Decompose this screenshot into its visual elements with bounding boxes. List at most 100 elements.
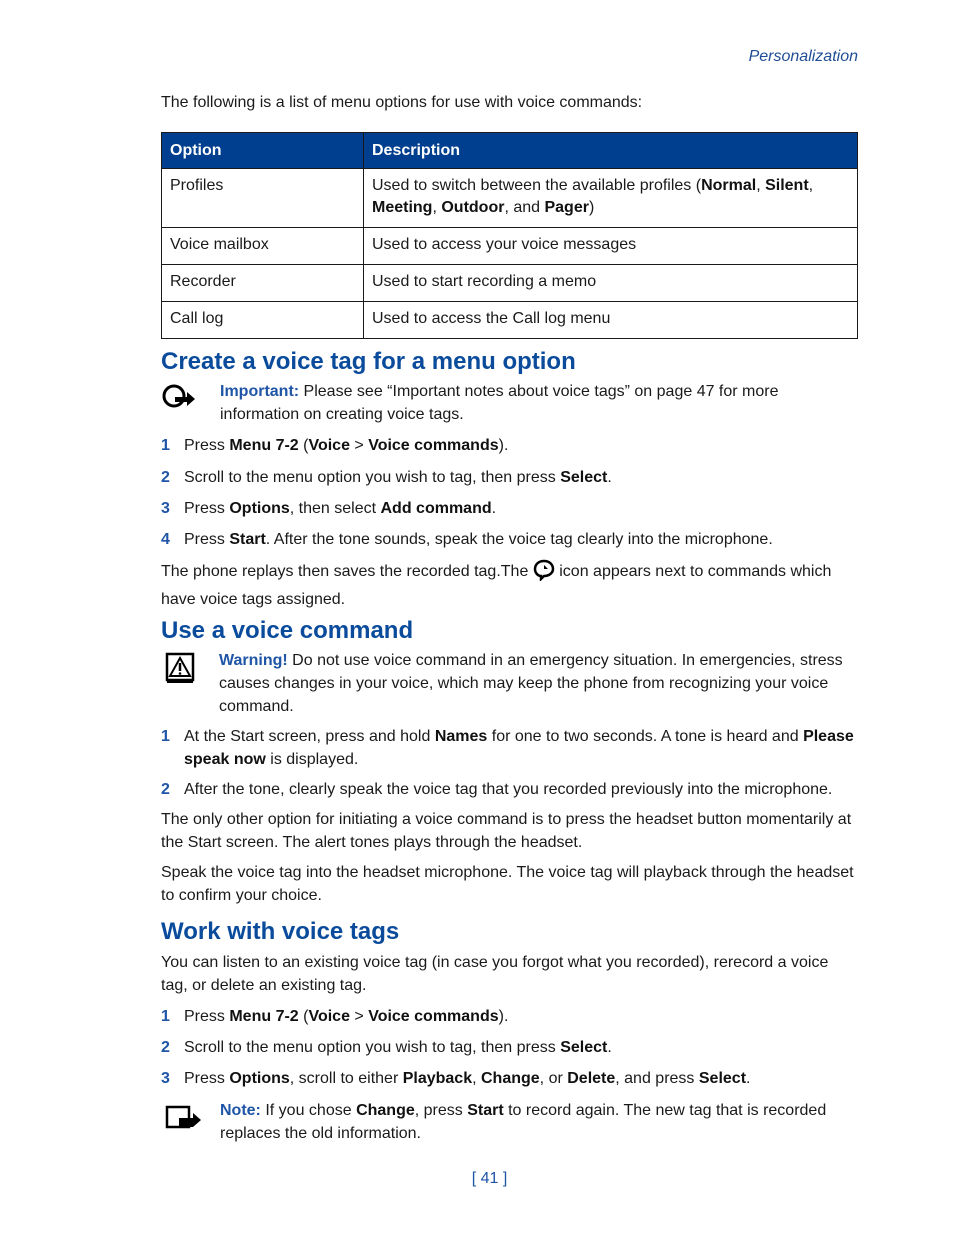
bold-term: Change	[356, 1102, 415, 1119]
text: ,	[756, 177, 766, 194]
text: Used to switch between the available pro…	[372, 177, 702, 194]
page-number: [ 41 ]	[471, 1170, 508, 1187]
text: Press	[184, 437, 230, 454]
work-intro-paragraph: You can listen to an existing voice tag …	[161, 954, 829, 994]
text: .	[607, 1039, 612, 1056]
text: ,	[472, 1070, 481, 1087]
bold-term: Options	[229, 500, 290, 517]
bold-term: Names	[434, 728, 488, 745]
step-number: 1	[161, 437, 170, 454]
warning-icon	[165, 652, 195, 691]
step-item: 4 Press Start. After the tone sounds, sp…	[161, 528, 858, 551]
bold-term: Playback	[402, 1070, 473, 1087]
table-row: Call log Used to access the Call log men…	[161, 301, 858, 339]
important-icon	[161, 380, 197, 417]
intro-text: The following is a list of menu options …	[161, 94, 643, 111]
bold-term: Normal	[701, 177, 757, 194]
note-label: Note:	[220, 1102, 261, 1119]
bold-term: Options	[229, 1070, 290, 1087]
step-number: 1	[161, 728, 170, 745]
text: (	[298, 437, 309, 454]
text: ,	[808, 177, 814, 194]
table-row: Recorder Used to start recording a memo	[161, 264, 858, 302]
voice-tag-icon-paragraph: The phone replays then saves the recorde…	[161, 559, 858, 611]
header-option: Option	[161, 132, 364, 169]
note-notice: Note: If you chose Change, press Start t…	[161, 1099, 858, 1145]
text: .	[491, 500, 497, 517]
headset-microphone-paragraph: Speak the voice tag into the headset mic…	[161, 864, 854, 904]
bold-term: Menu 7-2	[229, 1008, 299, 1025]
bold-term: Start	[229, 531, 266, 548]
text: ).	[498, 437, 509, 454]
text: >	[349, 1008, 369, 1025]
step-number: 1	[161, 1008, 170, 1025]
text: The phone replays then saves the recorde…	[161, 563, 533, 580]
section-heading-use-voice-command: Use a voice command	[161, 617, 414, 644]
bold-term: Voice commands	[368, 437, 499, 454]
text: ,	[432, 199, 442, 216]
text: , and	[504, 199, 545, 216]
option-cell: Recorder	[161, 264, 364, 302]
text: Press	[184, 531, 230, 548]
table-row: Voice mailbox Used to access your voice …	[161, 227, 858, 265]
text: , press	[414, 1102, 468, 1119]
step-number: 4	[161, 531, 170, 548]
step-number: 2	[161, 781, 170, 798]
important-notice: Important: Please see “Important notes a…	[161, 380, 858, 426]
text: >	[349, 437, 369, 454]
step-item: 3 Press Options, then select Add command…	[161, 497, 858, 520]
bold-term: Add command	[380, 500, 492, 517]
bold-term: Silent	[765, 177, 809, 194]
section-heading-create-voice-tag: Create a voice tag for a menu option	[161, 348, 576, 375]
warning-text: Do not use voice command in an emergency…	[219, 652, 843, 715]
description-cell: Used to access the Call log menu	[363, 301, 858, 339]
text: (	[298, 1008, 309, 1025]
text: . After the tone sounds, speak the voice…	[265, 531, 773, 548]
table-row: Profiles Used to switch between the avai…	[161, 168, 858, 228]
text: )	[588, 199, 595, 216]
bold-term: Voice commands	[368, 1008, 499, 1025]
important-text: Please see “Important notes about voice …	[220, 383, 779, 423]
warning-label: Warning!	[219, 652, 288, 669]
bold-term: Change	[481, 1070, 540, 1087]
bold-term: Select	[560, 1039, 608, 1056]
text: After the tone, clearly speak the voice …	[184, 781, 833, 798]
step-item: 1 Press Menu 7-2 (Voice > Voice commands…	[161, 1005, 858, 1028]
text: for one to two seconds. A tone is heard …	[487, 728, 804, 745]
bold-term: Select	[560, 469, 608, 486]
text: Press	[184, 500, 230, 517]
bold-term: Voice	[308, 437, 350, 454]
step-number: 3	[161, 1070, 170, 1087]
description-cell: Used to switch between the available pro…	[363, 168, 858, 228]
bold-term: Menu 7-2	[229, 437, 299, 454]
section-heading-work-with-voice-tags: Work with voice tags	[161, 918, 400, 945]
bold-term: Pager	[544, 199, 589, 216]
voice-tag-icon	[533, 559, 555, 588]
voice-options-table: Option Description Profiles Used to swit…	[161, 132, 858, 339]
text: .	[746, 1070, 751, 1087]
step-item: 1 Press Menu 7-2 (Voice > Voice commands…	[161, 434, 858, 457]
text: If you chose	[260, 1102, 357, 1119]
text: Scroll to the menu option you wish to ta…	[184, 1039, 561, 1056]
bold-term: Meeting	[372, 199, 433, 216]
text: Scroll to the menu option you wish to ta…	[184, 469, 561, 486]
step-item: 2 Scroll to the menu option you wish to …	[161, 466, 858, 489]
bold-term: Select	[698, 1070, 747, 1087]
headset-paragraph: The only other option for initiating a v…	[161, 811, 852, 851]
bold-term: Start	[467, 1102, 504, 1119]
text: , or	[539, 1070, 568, 1087]
step-item: 3 Press Options, scroll to either Playba…	[161, 1067, 858, 1090]
option-cell: Profiles	[161, 168, 364, 228]
step-item: 2 Scroll to the menu option you wish to …	[161, 1036, 858, 1059]
warning-notice: Warning! Do not use voice command in an …	[161, 649, 858, 718]
bold-term: Outdoor	[441, 199, 505, 216]
important-label: Important:	[220, 383, 300, 400]
text: is displayed.	[265, 751, 359, 768]
text: , and press	[615, 1070, 699, 1087]
option-cell: Call log	[161, 301, 364, 339]
step-item: 2 After the tone, clearly speak the voic…	[161, 778, 858, 801]
step-number: 2	[161, 1039, 170, 1056]
text: , then select	[289, 500, 381, 517]
bold-term: Delete	[567, 1070, 616, 1087]
note-icon	[165, 1105, 203, 1138]
